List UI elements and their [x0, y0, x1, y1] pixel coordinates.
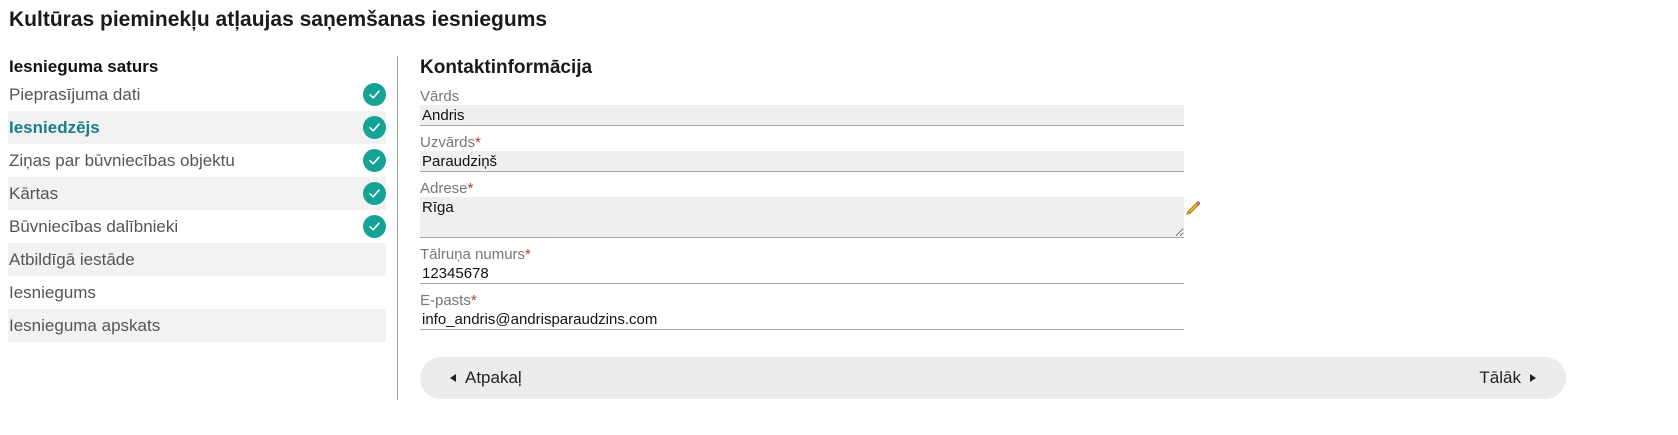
sidebar-item-label: Kārtas [9, 184, 59, 203]
check-circle-icon [363, 215, 386, 238]
phone-label: Tālruņa numurs* [420, 246, 531, 263]
sidebar-item-label: Atbildīgā iestāde [9, 250, 135, 269]
next-button-label: Tālāk [1479, 368, 1521, 387]
sidebar: Iesnieguma saturs Pieprasījuma dati Iesn… [8, 56, 386, 342]
sidebar-item-label: Būvniecības dalībnieki [9, 217, 179, 236]
sidebar-item-applicant[interactable]: Iesniedzējs [8, 111, 386, 144]
page-title: Kultūras pieminekļu atļaujas saņemšanas … [9, 8, 548, 31]
sidebar-heading: Iesnieguma saturs [9, 57, 159, 76]
check-circle-icon [363, 149, 386, 172]
next-button[interactable]: Tālāk [1479, 357, 1536, 399]
email-field[interactable] [420, 309, 1184, 330]
sidebar-item-application-review[interactable]: Iesnieguma apskats [8, 309, 386, 342]
vertical-divider [397, 56, 398, 400]
back-button-label: Atpakaļ [465, 368, 522, 387]
sidebar-item-responsible-institution[interactable]: Atbildīgā iestāde [8, 243, 386, 276]
required-marker: * [475, 134, 481, 151]
last-name-label: Uzvārds* [420, 134, 481, 151]
required-marker: * [525, 246, 531, 263]
sidebar-item-application[interactable]: Iesniegums [8, 276, 386, 309]
sidebar-item-label: Pieprasījuma dati [9, 85, 141, 104]
navigation-footer: Atpakaļ Tālāk [420, 357, 1566, 399]
check-circle-icon [363, 83, 386, 106]
phone-field[interactable] [420, 263, 1184, 284]
address-field[interactable]: Rīga [420, 197, 1184, 238]
first-name-label: Vārds [420, 88, 460, 105]
address-label: Adrese* [420, 180, 474, 197]
last-name-field[interactable] [420, 151, 1184, 172]
sidebar-item-construction-participants[interactable]: Būvniecības dalībnieki [8, 210, 386, 243]
email-label: E-pasts* [420, 292, 477, 309]
first-name-field[interactable] [420, 105, 1184, 126]
sidebar-item-construction-object[interactable]: Ziņas par būvniecības objektu [8, 144, 386, 177]
contact-form: Kontaktinformācija Vārds Uzvārds* Adrese… [420, 56, 1185, 338]
sidebar-item-label: Iesnieguma apskats [9, 316, 161, 335]
section-title: Kontaktinformācija [420, 57, 593, 78]
back-button[interactable]: Atpakaļ [450, 357, 522, 399]
sidebar-item-label: Iesniegums [9, 283, 96, 302]
triangle-left-icon [450, 374, 456, 382]
sidebar-item-stages[interactable]: Kārtas [8, 177, 386, 210]
sidebar-item-label: Ziņas par būvniecības objektu [9, 151, 235, 170]
required-marker: * [467, 180, 474, 197]
triangle-right-icon [1530, 374, 1536, 382]
pencil-icon[interactable] [1184, 199, 1202, 217]
required-marker: * [470, 292, 477, 309]
sidebar-item-label: Iesniedzējs [9, 118, 100, 137]
check-circle-icon [363, 116, 386, 139]
check-circle-icon [363, 182, 386, 205]
sidebar-item-request-data[interactable]: Pieprasījuma dati [8, 78, 386, 111]
